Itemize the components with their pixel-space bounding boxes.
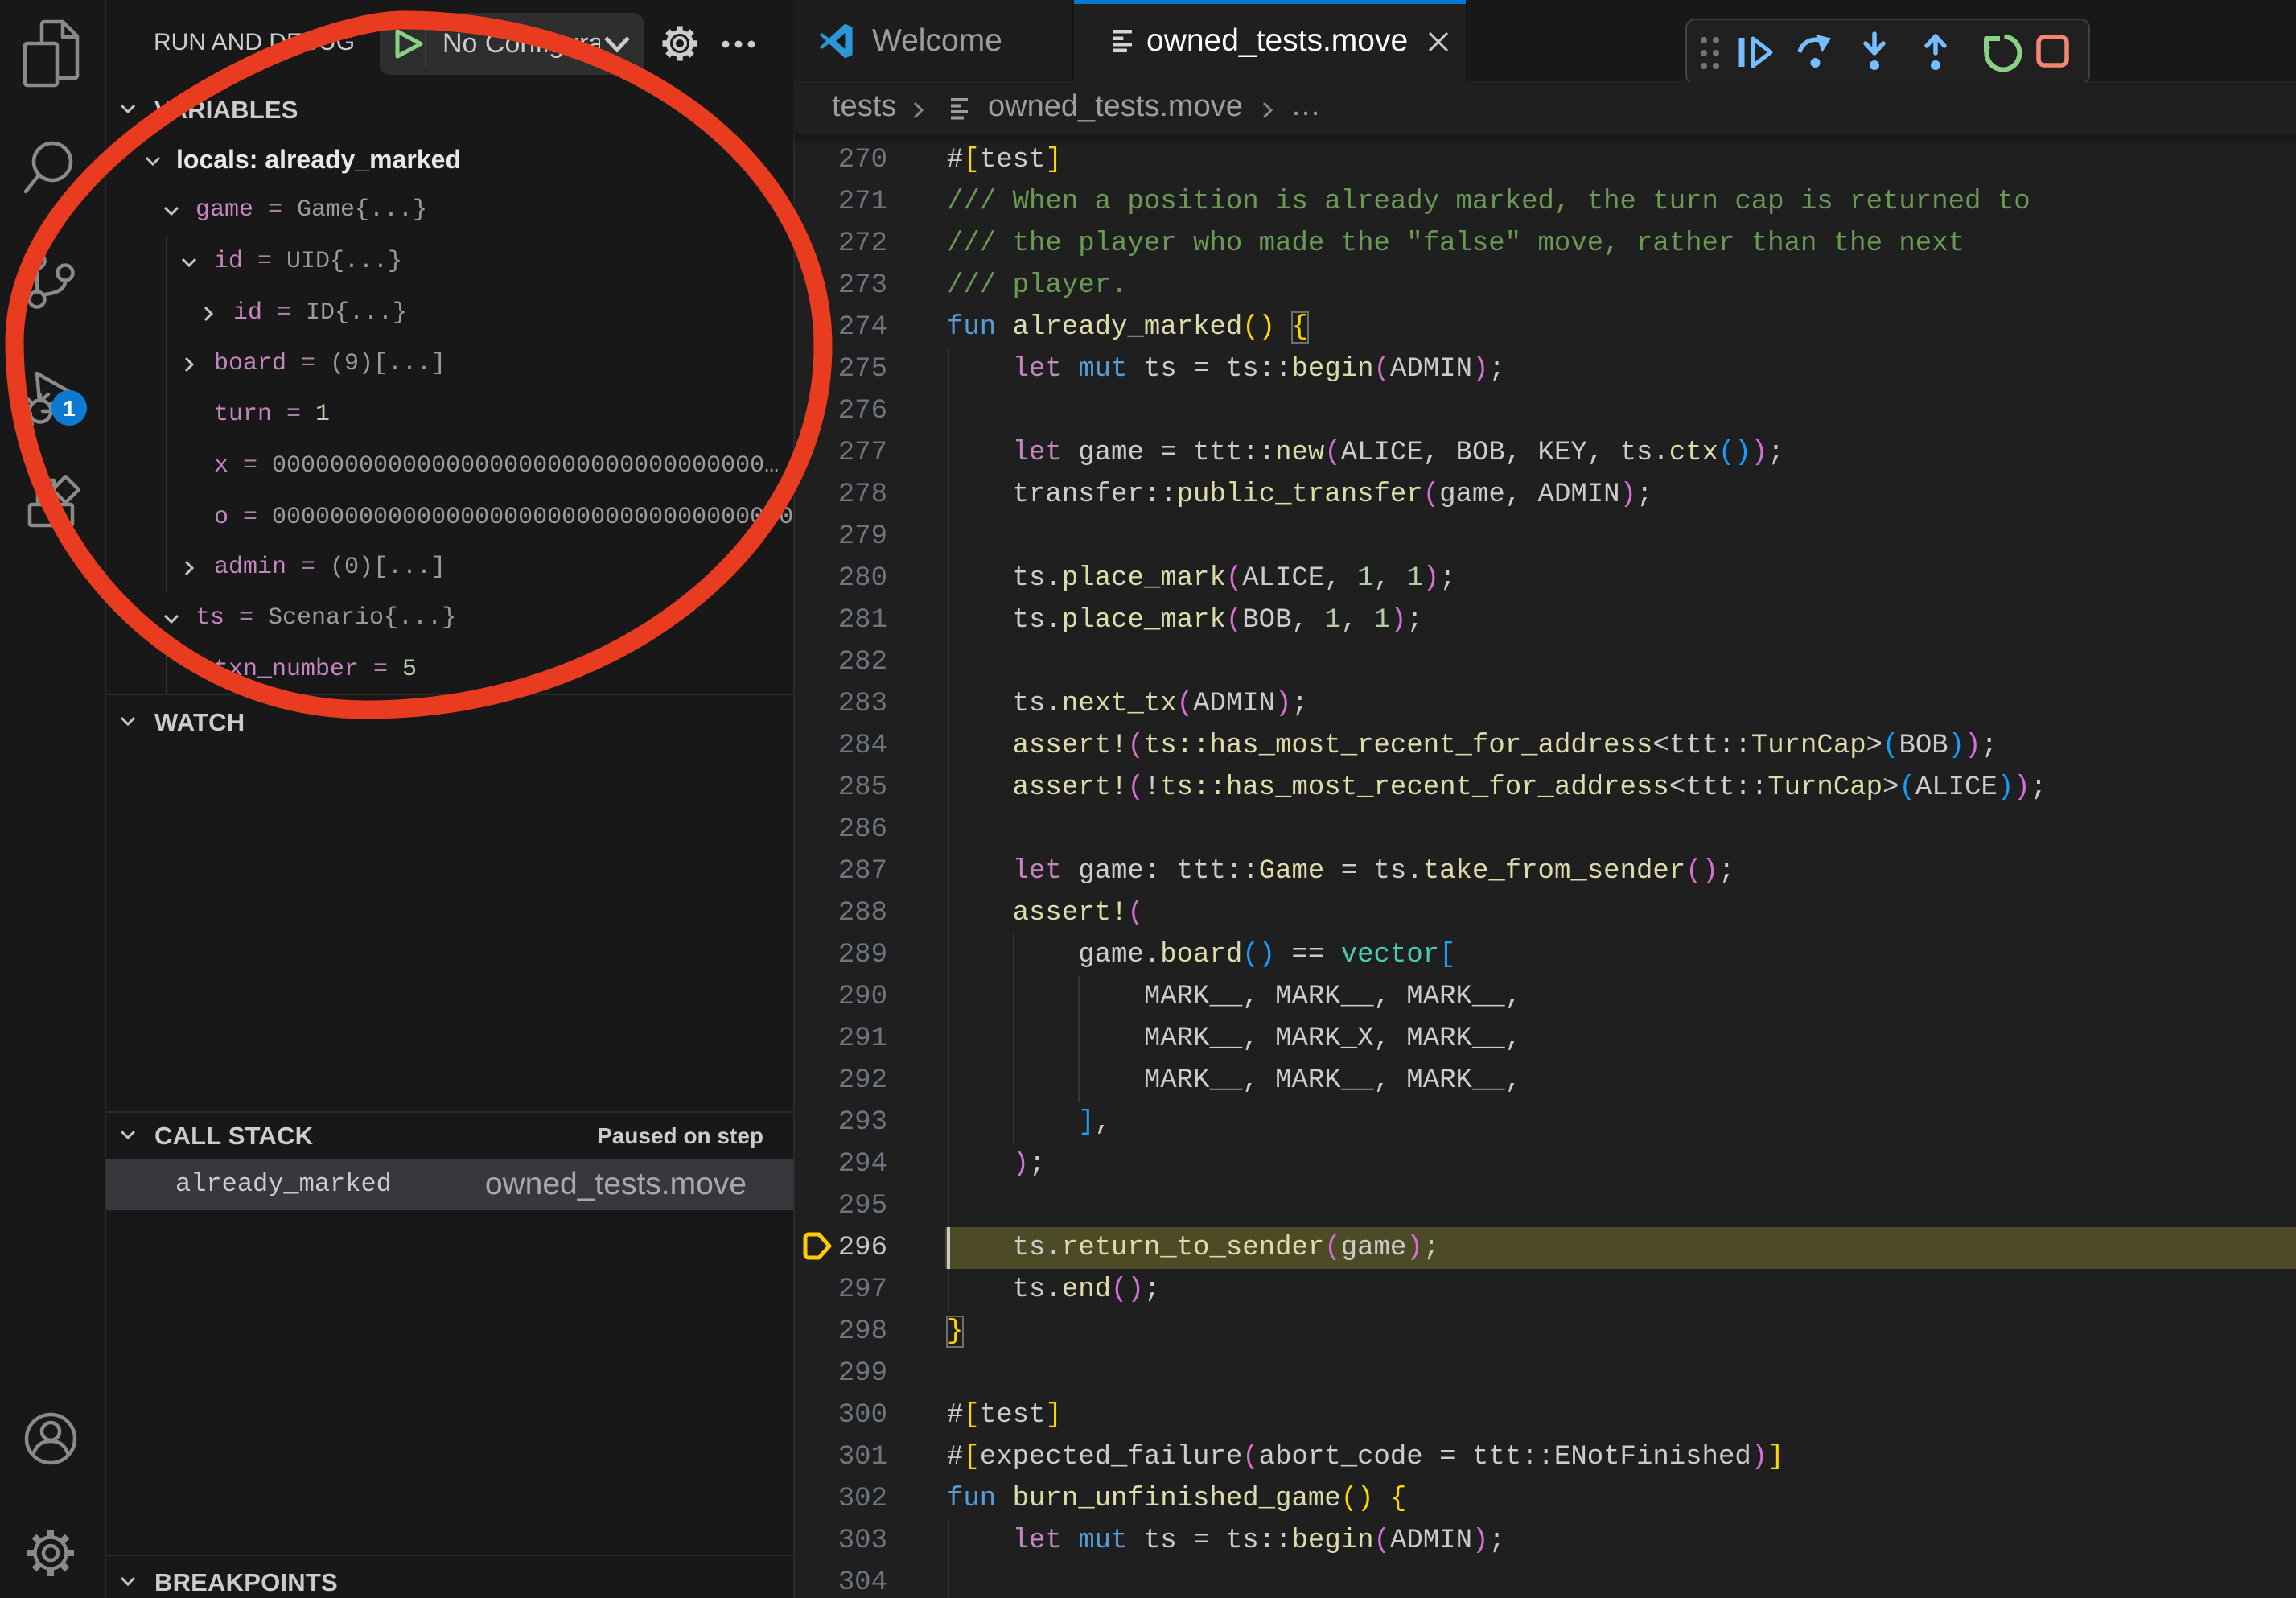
svg-text:1: 1 — [63, 396, 76, 421]
